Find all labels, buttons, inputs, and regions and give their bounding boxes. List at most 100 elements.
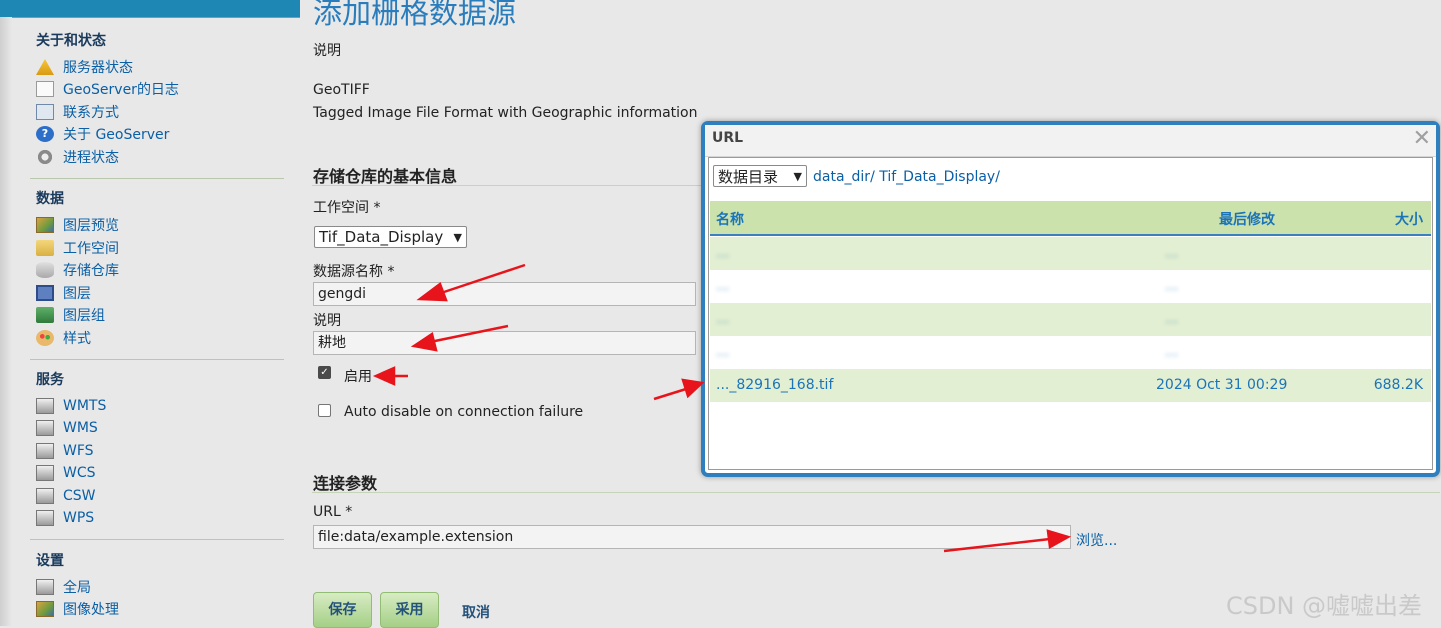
section-title-settings: 设置 bbox=[36, 553, 64, 569]
server-icon bbox=[36, 398, 54, 414]
database-icon bbox=[36, 262, 54, 278]
file-name: ... bbox=[716, 344, 730, 360]
root-select[interactable]: 数据目录 ▼ bbox=[713, 165, 807, 187]
url-browser-dialog: URL ✕ 数据目录 ▼ data_dir/ Tif_Data_Display/… bbox=[701, 121, 1440, 477]
server-icon bbox=[36, 579, 54, 595]
file-row[interactable]: ... ... bbox=[710, 303, 1431, 336]
nav-layer-groups[interactable]: 图层组 bbox=[36, 305, 105, 325]
section-divider bbox=[30, 178, 284, 179]
page-title: 添加栅格数据源 bbox=[313, 0, 517, 30]
description-label: 说明 bbox=[313, 43, 341, 59]
nav-layers[interactable]: 图层 bbox=[36, 283, 91, 303]
root-select-value: 数据目录 bbox=[718, 167, 779, 186]
file-modified: ... bbox=[1165, 344, 1179, 360]
file-modified: 2024 Oct 31 00:29 bbox=[1156, 377, 1288, 393]
nav-wps[interactable]: WPS bbox=[36, 508, 94, 528]
file-table-header: 名称 最后修改 大小 bbox=[710, 201, 1431, 236]
auto-disable-checkbox[interactable] bbox=[318, 404, 331, 417]
nav-label: WFS bbox=[63, 443, 94, 459]
section-rule bbox=[312, 185, 702, 186]
desc-label: 说明 bbox=[313, 313, 341, 329]
nav-styles[interactable]: 样式 bbox=[36, 328, 91, 348]
nav-geoserver-logs[interactable]: GeoServer的日志 bbox=[36, 79, 179, 99]
nav-layer-preview[interactable]: 图层预览 bbox=[36, 215, 119, 235]
workspace-select[interactable]: Tif_Data_Display ▼ bbox=[314, 226, 467, 248]
file-modified: ... bbox=[1165, 245, 1179, 261]
datasource-name-input[interactable]: gengdi bbox=[313, 282, 696, 306]
file-row-selected-tif[interactable]: ..._82916_168.tif 2024 Oct 31 00:29 688.… bbox=[710, 369, 1431, 402]
file-modified: ... bbox=[1165, 278, 1179, 294]
server-icon bbox=[36, 420, 54, 436]
nav-wms[interactable]: WMS bbox=[36, 418, 98, 438]
workspace-select-value: Tif_Data_Display bbox=[319, 228, 444, 246]
nav-about-geoserver[interactable]: ? 关于 GeoServer bbox=[36, 124, 169, 144]
file-modified: ... bbox=[1165, 311, 1179, 327]
file-row[interactable]: ... ... bbox=[710, 237, 1431, 270]
nav-label: 服务器状态 bbox=[63, 60, 133, 76]
column-name-header[interactable]: 名称 bbox=[716, 209, 744, 229]
nav-workspaces[interactable]: 工作空间 bbox=[36, 238, 119, 258]
nav-server-status[interactable]: 服务器状态 bbox=[36, 57, 133, 77]
nav-contact[interactable]: 联系方式 bbox=[36, 102, 119, 122]
nav-label: 图像处理 bbox=[63, 602, 119, 618]
nav-label: GeoServer的日志 bbox=[63, 82, 179, 98]
layer-group-icon bbox=[36, 307, 54, 323]
sidebar-top-bar bbox=[0, 0, 300, 18]
column-size-header[interactable]: 大小 bbox=[1395, 209, 1423, 229]
file-name: ... bbox=[716, 278, 730, 294]
datasource-name-label: 数据源名称 * bbox=[313, 264, 395, 280]
column-modified-header[interactable]: 最后修改 bbox=[1219, 209, 1275, 229]
image-processing-icon bbox=[36, 601, 54, 617]
palette-icon bbox=[36, 330, 54, 346]
nav-csw[interactable]: CSW bbox=[36, 486, 96, 506]
enabled-checkbox[interactable]: ✓ bbox=[318, 366, 331, 379]
chevron-down-icon: ▼ bbox=[793, 169, 802, 183]
contact-card-icon bbox=[36, 104, 54, 120]
section-divider bbox=[30, 539, 284, 540]
browse-link[interactable]: 浏览... bbox=[1076, 530, 1117, 550]
nav-wcs[interactable]: WCS bbox=[36, 463, 96, 483]
nav-label: 联系方式 bbox=[63, 105, 119, 121]
file-row[interactable]: ... ... bbox=[710, 270, 1431, 303]
nav-label: 全局 bbox=[63, 580, 91, 596]
description-input[interactable]: 耕地 bbox=[313, 331, 696, 355]
nav-label: 存储仓库 bbox=[63, 263, 119, 279]
cancel-link[interactable]: 取消 bbox=[462, 602, 490, 622]
nav-label: 进程状态 bbox=[63, 150, 119, 166]
watermark: CSDN @嘘嘘出差 bbox=[1226, 592, 1423, 620]
warning-icon bbox=[36, 59, 54, 75]
gear-icon bbox=[36, 149, 54, 165]
save-button[interactable]: 保存 bbox=[313, 592, 372, 628]
nav-wmts[interactable]: WMTS bbox=[36, 396, 106, 416]
auto-disable-label: Auto disable on connection failure bbox=[344, 404, 584, 420]
nav-label: WPS bbox=[63, 510, 95, 526]
help-icon: ? bbox=[36, 126, 54, 142]
nav-global[interactable]: 全局 bbox=[36, 577, 91, 597]
basic-info-heading: 存储仓库的基本信息 bbox=[313, 167, 458, 186]
nav-label: 图层预览 bbox=[63, 218, 119, 234]
url-label: URL * bbox=[313, 504, 353, 520]
close-icon[interactable]: ✕ bbox=[1413, 126, 1431, 151]
file-name: ..._82916_168.tif bbox=[716, 377, 834, 393]
nav-process-status[interactable]: 进程状态 bbox=[36, 147, 119, 167]
nav-stores[interactable]: 存储仓库 bbox=[36, 260, 119, 280]
workspace-label: 工作空间 * bbox=[313, 200, 381, 216]
file-name: ... bbox=[716, 311, 730, 327]
nav-label: 工作空间 bbox=[63, 241, 119, 257]
annotation-arrow bbox=[653, 378, 705, 401]
url-input[interactable]: file:data/example.extension bbox=[313, 525, 1071, 549]
nav-wfs[interactable]: WFS bbox=[36, 441, 94, 461]
format-name: GeoTIFF bbox=[313, 82, 370, 98]
file-row[interactable]: ... ... bbox=[710, 336, 1431, 369]
dialog-title: URL bbox=[712, 130, 744, 146]
server-icon bbox=[36, 443, 54, 459]
server-icon bbox=[36, 510, 54, 526]
nav-label: 关于 GeoServer bbox=[63, 127, 170, 143]
apply-button[interactable]: 采用 bbox=[380, 592, 439, 628]
annotation-arrow bbox=[372, 366, 408, 386]
section-divider bbox=[30, 359, 284, 360]
section-title-data: 数据 bbox=[36, 191, 64, 207]
breadcrumb-path[interactable]: data_dir/ Tif_Data_Display/ bbox=[813, 169, 1000, 185]
section-title-about: 关于和状态 bbox=[36, 33, 106, 49]
nav-image-processing[interactable]: 图像处理 bbox=[36, 599, 119, 619]
